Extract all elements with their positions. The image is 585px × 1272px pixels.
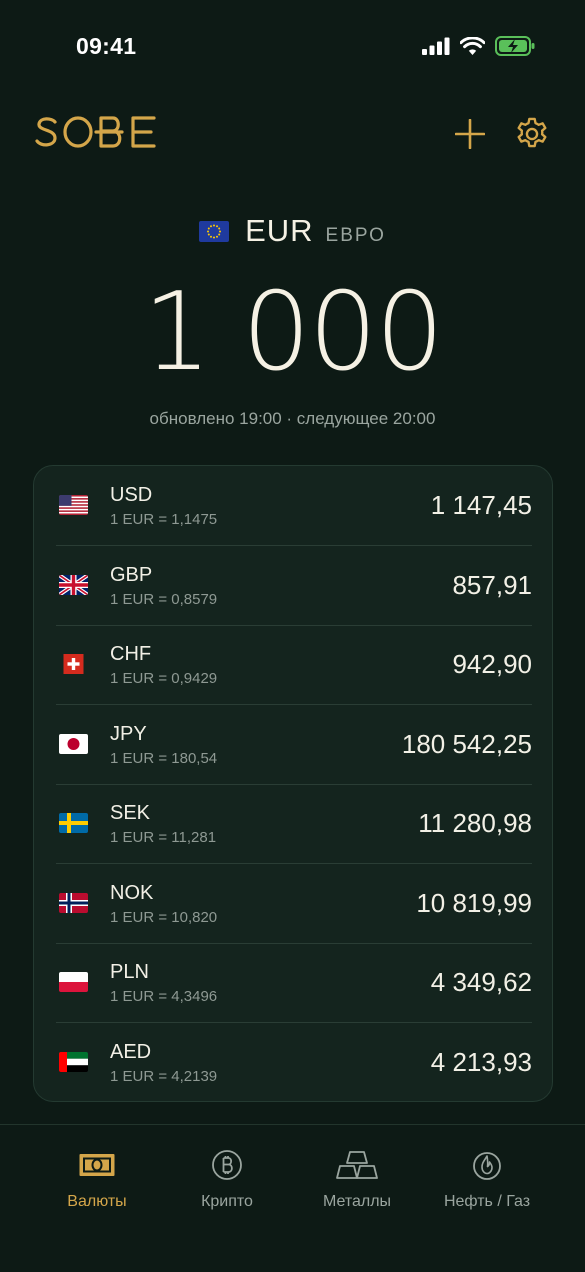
eu-flag-icon bbox=[199, 220, 230, 242]
tab-oil-gas[interactable]: Нефть / Газ bbox=[422, 1147, 552, 1211]
base-currency-name: ЕВРО bbox=[325, 225, 386, 246]
settings-button[interactable] bbox=[511, 113, 553, 155]
currency-code: SEK bbox=[110, 802, 151, 824]
rates-list: USD 1 EUR = 1,1475 1 147,45 GBP 1 EUR = 0,85… bbox=[33, 465, 553, 1102]
amount-input[interactable]: 1 000 bbox=[0, 270, 585, 395]
exchange-rate: 1 EUR = 10,820 bbox=[110, 908, 218, 926]
converted-value: 10 819,99 bbox=[416, 887, 532, 918]
ch-flag-icon bbox=[59, 654, 88, 674]
currency-code: NOK bbox=[110, 881, 154, 904]
converted-value: 1 147,45 bbox=[430, 490, 532, 520]
converted-value: 180 542,25 bbox=[401, 728, 532, 759]
no-flag-icon bbox=[59, 892, 88, 913]
plus-icon bbox=[455, 119, 485, 149]
currency-row-aed[interactable]: AED 1 EUR = 4,2139 4 213,93 bbox=[56, 1023, 532, 1102]
bitcoin-icon bbox=[212, 1150, 242, 1180]
battery-charging-icon bbox=[495, 36, 535, 56]
pl-flag-icon bbox=[59, 972, 88, 992]
exchange-rate: 1 EUR = 0,9429 bbox=[110, 670, 218, 687]
tab-crypto-label: Крипто bbox=[201, 1193, 253, 1210]
tab-currencies-label: Валюты bbox=[67, 1193, 127, 1210]
bottom-nav: Валюты Крипто Металлы Нефть / Газ bbox=[0, 1124, 585, 1272]
app-header bbox=[0, 110, 585, 166]
currency-row-jpy[interactable]: JPY 1 EUR = 180,54 180 542,25 bbox=[56, 705, 532, 785]
status-bar: 09:41 bbox=[0, 0, 585, 90]
currency-row-usd[interactable]: USD 1 EUR = 1,1475 1 147,45 bbox=[56, 466, 532, 546]
status-time: 09:41 bbox=[76, 33, 137, 59]
converted-value: 942,90 bbox=[452, 649, 532, 679]
us-flag-icon bbox=[59, 495, 88, 515]
base-currency-code: EUR bbox=[245, 213, 314, 248]
gold-bars-icon bbox=[336, 1151, 378, 1179]
currency-code: PLN bbox=[110, 961, 149, 983]
exchange-rate: 1 EUR = 0,8579 bbox=[110, 590, 218, 608]
tab-metals[interactable]: Металлы bbox=[292, 1147, 422, 1211]
currency-code: GBP bbox=[110, 563, 153, 586]
currency-row-pln[interactable]: PLN 1 EUR = 4,3496 4 349,62 bbox=[56, 943, 532, 1023]
update-info: обновлено 19:00 · следующее 20:00 bbox=[149, 409, 436, 428]
converted-value: 857,91 bbox=[452, 569, 532, 600]
wifi-icon bbox=[460, 36, 485, 55]
currency-code: AED bbox=[110, 1040, 152, 1063]
ae-flag-icon bbox=[59, 1051, 88, 1072]
cellular-signal-icon bbox=[422, 37, 450, 55]
exchange-rate: 1 EUR = 1,1475 bbox=[110, 511, 218, 528]
status-icons bbox=[422, 36, 535, 56]
banknote-icon bbox=[79, 1154, 115, 1176]
currency-row-chf[interactable]: CHF 1 EUR = 0,9429 942,90 bbox=[56, 625, 532, 705]
tab-metals-label: Металлы bbox=[322, 1193, 392, 1210]
converted-value: 11 280,98 bbox=[418, 808, 532, 838]
exchange-rate: 1 EUR = 4,2139 bbox=[110, 1067, 218, 1085]
tab-currencies[interactable]: Валюты bbox=[32, 1147, 162, 1211]
se-flag-icon bbox=[59, 813, 88, 833]
exchange-rate: 1 EUR = 4,3496 bbox=[110, 988, 218, 1005]
currency-row-nok[interactable]: NOK 1 EUR = 10,820 10 819,99 bbox=[56, 864, 532, 944]
gb-flag-icon bbox=[59, 574, 88, 595]
add-currency-button[interactable] bbox=[450, 114, 490, 154]
tab-crypto[interactable]: Крипто bbox=[162, 1147, 292, 1211]
converted-value: 4 213,93 bbox=[430, 1046, 532, 1077]
gear-icon bbox=[517, 117, 547, 148]
currency-row-gbp[interactable]: GBP 1 EUR = 0,8579 857,91 bbox=[56, 546, 532, 626]
exchange-rate: 1 EUR = 11,281 bbox=[110, 829, 217, 846]
base-currency-selector[interactable]: EUR ЕВРО bbox=[0, 213, 585, 249]
converted-value: 4 349,62 bbox=[430, 967, 532, 997]
exchange-rate: 1 EUR = 180,54 bbox=[110, 749, 218, 767]
sobe-logo bbox=[34, 110, 158, 163]
tab-oil-gas-label: Нефть / Газ bbox=[443, 1193, 531, 1210]
jp-flag-icon bbox=[59, 733, 88, 754]
currency-code: USD bbox=[110, 484, 153, 506]
currency-row-sek[interactable]: SEK 1 EUR = 11,281 11 280,98 bbox=[56, 784, 532, 864]
currency-code: JPY bbox=[110, 722, 147, 745]
currency-code: CHF bbox=[110, 643, 152, 665]
flame-icon bbox=[473, 1152, 501, 1180]
